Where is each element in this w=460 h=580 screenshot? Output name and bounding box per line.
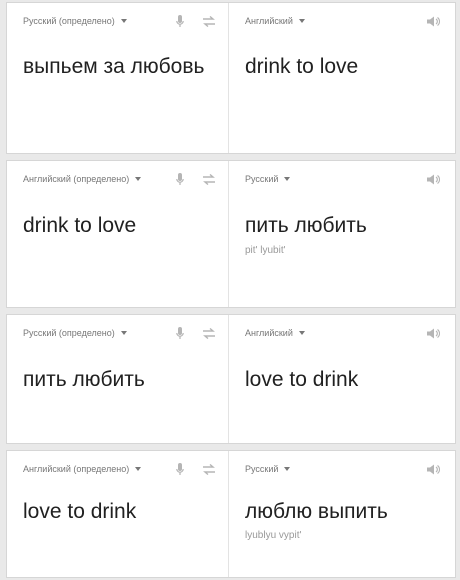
source-pane: Английский (определено) drink to love (7, 161, 229, 307)
target-language-bar: Русский (245, 171, 443, 187)
source-text[interactable]: drink to love (23, 211, 214, 240)
target-language-select[interactable]: Русский (245, 174, 291, 184)
target-pane: Русский люблю выпить lyublyu vypit' (229, 451, 455, 577)
source-language-bar: Русский (определено) (23, 325, 216, 341)
chevron-down-icon (135, 467, 142, 471)
translated-text: пить любить (245, 214, 367, 237)
translation-card: Английский (определено) drink to love Ру… (6, 160, 456, 308)
source-pane: Английский (определено) love to drink (7, 451, 229, 577)
target-language-bar: Английский (245, 325, 443, 341)
source-language-label: Английский (определено) (23, 464, 130, 474)
target-language-bar: Английский (245, 13, 443, 29)
microphone-icon[interactable] (173, 460, 187, 478)
source-text[interactable]: love to drink (23, 497, 214, 526)
swap-languages-icon[interactable] (199, 170, 219, 188)
microphone-icon[interactable] (173, 324, 187, 342)
target-language-bar: Русский (245, 461, 443, 477)
source-language-select[interactable]: Английский (определено) (23, 174, 142, 184)
target-language-label: Английский (245, 16, 293, 26)
source-language-bar: Русский (определено) (23, 13, 216, 29)
target-language-label: Английский (245, 328, 293, 338)
speaker-icon[interactable] (425, 324, 441, 342)
chevron-down-icon (284, 177, 291, 181)
microphone-icon[interactable] (173, 12, 187, 30)
target-pane: Английский drink to love (229, 3, 455, 153)
swap-languages-icon[interactable] (199, 460, 219, 478)
source-language-select[interactable]: Русский (определено) (23, 328, 127, 338)
transliteration: pit' lyubit' (245, 245, 286, 256)
chevron-down-icon (120, 19, 127, 23)
speaker-icon[interactable] (425, 170, 441, 188)
target-language-select[interactable]: Английский (245, 328, 305, 338)
translated-text: люблю выпить (245, 500, 388, 523)
source-text[interactable]: пить любить (23, 365, 214, 394)
source-language-select[interactable]: Русский (определено) (23, 16, 127, 26)
speaker-icon[interactable] (425, 12, 441, 30)
source-language-bar: Английский (определено) (23, 171, 216, 187)
translation-card: Русский (определено) выпьем за любовь Ан… (6, 2, 456, 154)
chevron-down-icon (135, 177, 142, 181)
chevron-down-icon (298, 331, 305, 335)
source-language-bar: Английский (определено) (23, 461, 216, 477)
swap-languages-icon[interactable] (199, 12, 219, 30)
source-language-label: Русский (определено) (23, 328, 115, 338)
chevron-down-icon (298, 19, 305, 23)
translation-card: Русский (определено) пить любить Английс… (6, 314, 456, 444)
source-pane: Русский (определено) выпьем за любовь (7, 3, 229, 153)
target-language-select[interactable]: Русский (245, 464, 291, 474)
translation-stack: Русский (определено) выпьем за любовь Ан… (0, 0, 460, 580)
speaker-icon[interactable] (425, 460, 441, 478)
target-language-label: Русский (245, 174, 279, 184)
source-language-label: Русский (определено) (23, 16, 115, 26)
source-pane: Русский (определено) пить любить (7, 315, 229, 443)
translated-text: drink to love (245, 55, 359, 78)
chevron-down-icon (120, 331, 127, 335)
target-language-select[interactable]: Английский (245, 16, 305, 26)
target-language-label: Русский (245, 464, 279, 474)
target-pane: Русский пить любить pit' lyubit' (229, 161, 455, 307)
translation-card: Английский (определено) love to drink Ру… (6, 450, 456, 578)
source-language-select[interactable]: Английский (определено) (23, 464, 142, 474)
source-text[interactable]: выпьем за любовь (23, 52, 214, 81)
chevron-down-icon (284, 467, 291, 471)
target-pane: Английский love to drink (229, 315, 455, 443)
microphone-icon[interactable] (173, 170, 187, 188)
source-language-label: Английский (определено) (23, 174, 130, 184)
translated-text: love to drink (245, 368, 359, 391)
transliteration: lyublyu vypit' (245, 530, 302, 541)
swap-languages-icon[interactable] (199, 324, 219, 342)
